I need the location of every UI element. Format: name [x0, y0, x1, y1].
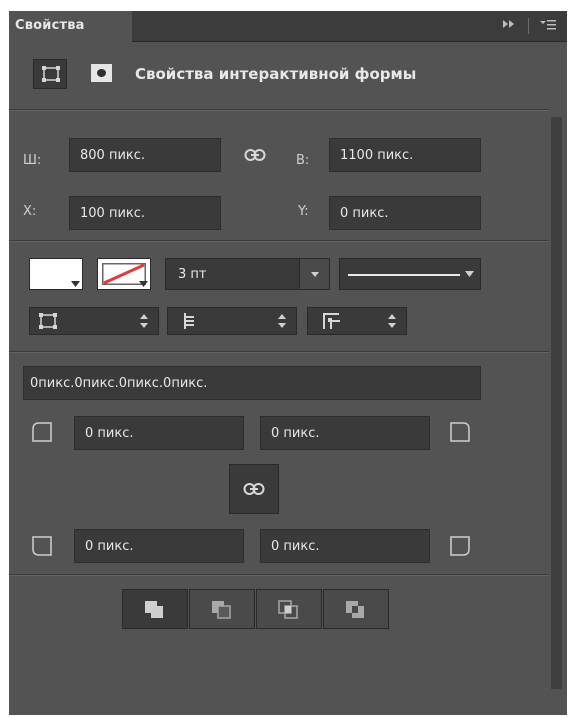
stroke-width-value: 3 пт — [178, 267, 207, 282]
width-label: Ш: — [23, 153, 42, 168]
section-divider — [9, 240, 549, 242]
shape-properties-icon — [42, 66, 60, 82]
panel-header: Свойства интерактивной формы — [9, 42, 549, 106]
intersect-shapes-button[interactable] — [256, 589, 322, 629]
chevron-down-icon — [465, 271, 474, 277]
double-chevron-right-icon[interactable] — [502, 19, 516, 32]
link-corners-button[interactable] — [229, 464, 279, 514]
stroke-color-swatch[interactable] — [97, 258, 151, 290]
stroke-width-dropdown[interactable]: 3 пт — [165, 258, 330, 290]
subtract-front-shape-icon — [212, 601, 231, 619]
height-label: В: — [296, 153, 310, 168]
section-divider — [9, 351, 549, 353]
properties-tab[interactable]: Свойства — [9, 11, 132, 42]
mask-properties-icon[interactable] — [91, 64, 112, 82]
y-label: Y: — [298, 204, 309, 219]
stepper-arrows-icon[interactable] — [388, 314, 396, 328]
corner-bottom-right-field[interactable]: 0 пикс. — [260, 529, 430, 563]
link-dimensions-icon[interactable] — [244, 148, 266, 162]
corner-top-left-field[interactable]: 0 пикс. — [74, 416, 244, 450]
x-label: X: — [23, 204, 37, 219]
corner-radius-summary[interactable]: 0пикс.0пикс.0пикс.0пикс. — [23, 366, 481, 400]
subtract-front-shape-button[interactable] — [189, 589, 255, 629]
exclude-overlap-button[interactable] — [323, 589, 389, 629]
corner-bottom-right-icon — [450, 536, 470, 556]
stroke-align-stepper[interactable] — [29, 307, 159, 335]
solid-line-icon — [348, 274, 460, 276]
panel-menu-icon[interactable] — [539, 18, 557, 35]
stroke-caps-icon — [184, 313, 194, 329]
y-field[interactable]: 0 пикс. — [329, 196, 481, 230]
section-divider — [9, 574, 549, 576]
height-field[interactable]: 1100 пикс. — [329, 138, 481, 172]
section-divider — [9, 109, 549, 111]
width-field[interactable]: 800 пикс. — [69, 138, 221, 172]
stepper-arrows-icon[interactable] — [140, 314, 148, 328]
panel-title: Свойства интерактивной формы — [135, 65, 417, 83]
stroke-align-icon — [39, 313, 57, 329]
combine-shapes-icon — [145, 601, 163, 618]
link-icon — [243, 483, 265, 495]
corner-bottom-left-field[interactable]: 0 пикс. — [74, 529, 244, 563]
corner-bottom-left-icon — [32, 536, 52, 556]
panel-titlebar: Свойства — [9, 11, 567, 42]
combine-shapes-button[interactable] — [122, 589, 188, 629]
chevron-down-icon[interactable] — [299, 259, 329, 289]
corner-top-right-icon — [450, 422, 470, 442]
stroke-style-dropdown[interactable] — [339, 258, 481, 290]
properties-panel: Свойства Свойства интерактивной формы Ш:… — [9, 11, 567, 715]
fill-color-swatch[interactable] — [29, 258, 83, 290]
stepper-arrows-icon[interactable] — [278, 314, 286, 328]
chevron-down-icon — [139, 281, 148, 287]
panel-scrollbar[interactable] — [551, 117, 562, 689]
corner-top-right-field[interactable]: 0 пикс. — [260, 416, 430, 450]
titlebar-divider — [528, 18, 529, 34]
exclude-overlap-icon — [346, 601, 364, 618]
stroke-caps-stepper[interactable] — [167, 307, 297, 335]
intersect-shapes-icon — [278, 600, 298, 619]
shape-properties-button[interactable] — [33, 59, 67, 89]
properties-tab-label: Свойства — [15, 18, 85, 33]
stroke-corners-stepper[interactable] — [307, 307, 407, 335]
chevron-down-icon — [71, 281, 80, 287]
corner-top-left-icon — [32, 422, 52, 442]
stroke-corners-icon — [323, 313, 340, 329]
x-field[interactable]: 100 пикс. — [69, 196, 221, 230]
